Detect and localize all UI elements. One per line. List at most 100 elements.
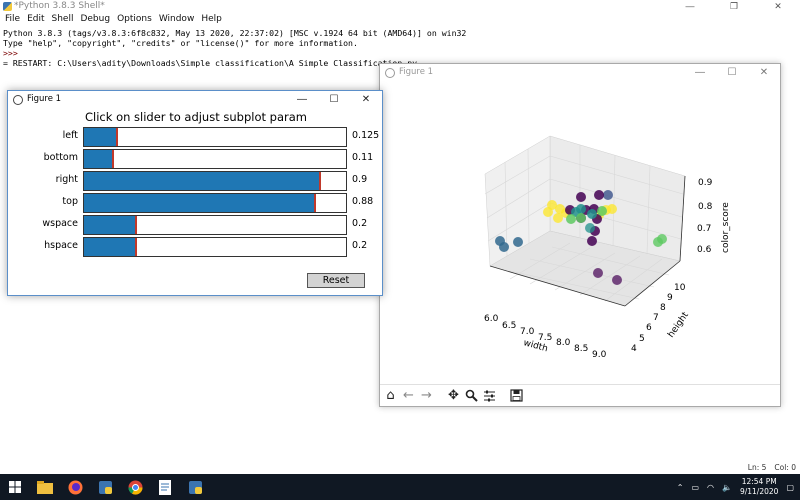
z-tick: 0.8 bbox=[698, 202, 713, 212]
slider-top-row: top 0.88 bbox=[8, 193, 384, 213]
close-button[interactable]: ✕ bbox=[350, 91, 382, 108]
feather-icon bbox=[13, 95, 23, 105]
file-explorer-icon[interactable] bbox=[30, 474, 60, 500]
shell-line: Python 3.8.3 (tags/v3.8.3:6f8c832, May 1… bbox=[3, 28, 467, 38]
menu-edit[interactable]: Edit bbox=[25, 14, 49, 26]
y-tick: 4 bbox=[631, 344, 637, 354]
scatter-3d-plot[interactable]: 6.0 6.5 7.0 7.5 8.0 8.5 9.0 width 4 5 6 … bbox=[380, 81, 780, 383]
slider-right[interactable] bbox=[83, 171, 347, 191]
shell-menubar: File Edit Shell Debug Options Window Hel… bbox=[0, 14, 227, 26]
menu-file[interactable]: File bbox=[3, 14, 25, 26]
slider-hspace[interactable] bbox=[83, 237, 347, 257]
clock[interactable]: 12:54 PM 9/11/2020 bbox=[740, 477, 778, 497]
file-icon[interactable] bbox=[150, 474, 180, 500]
slider-bottom-row: bottom 0.11 bbox=[8, 149, 384, 169]
maximize-button[interactable]: ❐ bbox=[712, 0, 756, 14]
chrome-icon[interactable] bbox=[120, 474, 150, 500]
save-icon[interactable] bbox=[508, 387, 525, 404]
chevron-up-icon[interactable]: ⌃ bbox=[677, 483, 684, 492]
scatter-point bbox=[593, 268, 603, 278]
subplot-config-window: Figure 1 ― ☐ ✕ Click on slider to adjust… bbox=[7, 90, 383, 296]
shell-title: *Python 3.8.3 Shell* bbox=[14, 1, 105, 11]
slider-fill bbox=[84, 238, 137, 256]
maximize-button[interactable]: ☐ bbox=[716, 64, 748, 81]
slider-initial-marker bbox=[318, 172, 321, 190]
slider-wspace[interactable] bbox=[83, 215, 347, 235]
menu-options[interactable]: Options bbox=[115, 14, 157, 26]
python-icon bbox=[3, 2, 12, 11]
reset-button[interactable]: Reset bbox=[307, 273, 365, 288]
firefox-icon[interactable] bbox=[60, 474, 90, 500]
slider-left[interactable] bbox=[83, 127, 347, 147]
close-button[interactable]: ✕ bbox=[748, 64, 780, 81]
shell-output[interactable]: Python 3.8.3 (tags/v3.8.3:6f8c832, May 1… bbox=[3, 28, 466, 68]
subplot-config-titlebar[interactable]: Figure 1 ― ☐ ✕ bbox=[8, 91, 382, 108]
back-icon[interactable]: ← bbox=[400, 387, 417, 404]
python-figure-icon[interactable] bbox=[180, 474, 210, 500]
figure-3d-title: Figure 1 bbox=[399, 67, 434, 77]
minimize-button[interactable]: ― bbox=[684, 64, 716, 81]
x-tick: 8.5 bbox=[574, 344, 588, 354]
maximize-button[interactable]: ☐ bbox=[318, 91, 350, 108]
close-button[interactable]: ✕ bbox=[756, 0, 800, 14]
slider-label: wspace bbox=[42, 218, 78, 229]
slider-initial-marker bbox=[313, 194, 316, 212]
x-tick: 9.0 bbox=[592, 350, 607, 360]
figure-3d-titlebar[interactable]: Figure 1 ― ☐ ✕ bbox=[380, 64, 780, 81]
slider-initial-marker bbox=[111, 150, 114, 168]
slider-value: 0.11 bbox=[352, 152, 374, 163]
scatter-point bbox=[603, 190, 613, 200]
shell-titlebar[interactable]: *Python 3.8.3 Shell* ― ❐ ✕ bbox=[0, 0, 800, 14]
slider-initial-marker bbox=[135, 238, 138, 256]
battery-icon[interactable]: ▭ bbox=[691, 483, 699, 492]
scatter-point bbox=[597, 206, 607, 216]
wifi-icon[interactable]: ◠ bbox=[707, 483, 714, 492]
configure-icon[interactable] bbox=[481, 387, 498, 404]
slider-heading: Click on slider to adjust subplot param bbox=[85, 110, 307, 124]
pan-icon[interactable]: ✥ bbox=[445, 387, 462, 404]
volume-icon[interactable]: 🔈 bbox=[722, 483, 732, 492]
windows-start-icon[interactable] bbox=[0, 474, 30, 500]
slider-wspace-row: wspace 0.2 bbox=[8, 215, 384, 235]
taskbar: ⌃ ▭ ◠ 🔈 12:54 PM 9/11/2020 ▢ bbox=[0, 474, 800, 500]
x-tick: 7.0 bbox=[520, 327, 535, 337]
slider-fill bbox=[84, 194, 315, 212]
status-line: Ln: 5 bbox=[747, 463, 767, 472]
slider-label: bottom bbox=[43, 152, 78, 163]
menu-help[interactable]: Help bbox=[199, 14, 227, 26]
menu-window[interactable]: Window bbox=[157, 14, 200, 26]
menu-debug[interactable]: Debug bbox=[78, 14, 115, 26]
zoom-icon[interactable] bbox=[463, 387, 480, 404]
python-idle-icon[interactable] bbox=[90, 474, 120, 500]
slider-bottom[interactable] bbox=[83, 149, 347, 169]
scatter-point bbox=[612, 275, 622, 285]
scatter-point bbox=[585, 223, 595, 233]
y-axis-label: height bbox=[666, 310, 691, 340]
slider-value: 0.125 bbox=[352, 130, 380, 141]
slider-top[interactable] bbox=[83, 193, 347, 213]
figure-3d-window: Figure 1 ― ☐ ✕ 6.0 6.5 7.0 7.5 8.0 8.5 9… bbox=[379, 63, 781, 407]
y-tick: 10 bbox=[674, 283, 686, 293]
slider-initial-marker bbox=[135, 216, 138, 234]
scatter-point bbox=[653, 237, 663, 247]
slider-initial-marker bbox=[115, 128, 118, 146]
scatter-point bbox=[543, 207, 553, 217]
slider-fill bbox=[84, 216, 137, 234]
scatter-point bbox=[594, 190, 604, 200]
z-tick: 0.7 bbox=[697, 224, 711, 234]
z-tick: 0.6 bbox=[697, 245, 712, 255]
slider-value: 0.9 bbox=[352, 174, 368, 185]
slider-label: hspace bbox=[44, 240, 78, 251]
forward-icon[interactable]: → bbox=[418, 387, 435, 404]
scatter-point bbox=[513, 237, 523, 247]
minimize-button[interactable]: ― bbox=[668, 0, 712, 14]
y-tick: 9 bbox=[667, 293, 673, 303]
slider-value: 0.2 bbox=[352, 240, 368, 251]
subplot-config-title: Figure 1 bbox=[27, 94, 62, 104]
scatter-point bbox=[587, 236, 597, 246]
home-icon[interactable]: ⌂ bbox=[382, 387, 399, 404]
minimize-button[interactable]: ― bbox=[286, 91, 318, 108]
menu-shell[interactable]: Shell bbox=[50, 14, 79, 26]
notifications-icon[interactable]: ▢ bbox=[786, 483, 794, 492]
figure-3d-toolbar: ⌂ ← → ✥ bbox=[380, 384, 780, 406]
